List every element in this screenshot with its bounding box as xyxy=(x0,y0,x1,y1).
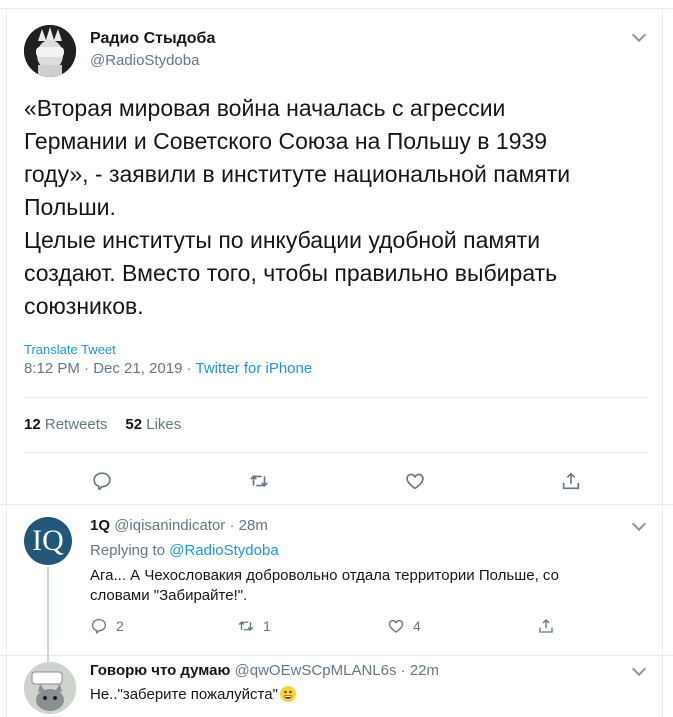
reply-time[interactable]: · 28m xyxy=(225,517,267,534)
tweet-stats: 12 Retweets 52 Likes xyxy=(24,416,181,433)
grinning-face-icon xyxy=(279,686,296,702)
reply-author-name[interactable]: Говорю что думаю xyxy=(90,662,230,679)
author-handle[interactable]: @RadioStydoba xyxy=(90,52,199,69)
author-name[interactable]: Радио Стыдоба xyxy=(90,30,215,48)
like-icon[interactable] xyxy=(402,468,428,494)
reply-count: 2 xyxy=(116,618,124,634)
retweets-label: Retweets xyxy=(44,416,108,433)
thread-line xyxy=(47,567,49,663)
author-avatar[interactable] xyxy=(24,25,76,77)
divider xyxy=(24,452,647,453)
like-icon xyxy=(388,619,404,633)
reply-author-handle[interactable]: @iqisanindicator xyxy=(114,517,225,534)
likes-label: Likes xyxy=(146,416,182,433)
share-icon[interactable] xyxy=(558,468,584,494)
reply-time[interactable]: · 22m xyxy=(396,662,439,679)
reply-reply-button[interactable]: 2 xyxy=(90,617,124,635)
reply-text: Ага... А Чехословакия добровольно отдала… xyxy=(90,567,559,604)
reply-retweet-button[interactable]: 1 xyxy=(237,617,271,635)
reply-avatar[interactable]: IQ xyxy=(24,517,72,565)
reply-author-handle[interactable]: @qwOEwSCpMLANL6s xyxy=(235,662,397,679)
reply-author-name[interactable]: 1Q xyxy=(90,517,110,534)
reply-like-button[interactable]: 4 xyxy=(387,617,421,635)
reply-header: Говорю что думаю @qwOEwSCpMLANL6s · 22m xyxy=(90,662,439,679)
replying-to: Replying to @RadioStydoba xyxy=(90,542,279,559)
like-count: 4 xyxy=(413,618,421,634)
translate-tweet-link[interactable]: Translate Tweet xyxy=(24,342,116,357)
reply-text-line: Не.."заберите пожалуйста" xyxy=(90,686,296,703)
share-icon xyxy=(539,619,553,633)
avatar-statue-image xyxy=(24,25,76,77)
retweets-count: 12 xyxy=(24,416,41,433)
reply-share-button[interactable] xyxy=(537,617,555,635)
replying-to-mention[interactable]: @RadioStydoba xyxy=(169,542,278,559)
tweet-text: «Вторая мировая война началась с агресси… xyxy=(24,95,571,319)
avatar-cat-image xyxy=(24,662,76,714)
avatar-logo-text: IQ xyxy=(32,524,64,557)
tweet-meta: 8:12 PM · Dec 21, 2019 · Twitter for iPh… xyxy=(24,360,312,377)
reply-icon[interactable] xyxy=(89,468,115,494)
tweet-timestamp[interactable]: 8:12 PM · Dec 21, 2019 · xyxy=(24,360,195,377)
reply-tweet[interactable]: IQ 1Q @iqisanindicator · 28m Replying to… xyxy=(0,505,673,663)
likes-count: 52 xyxy=(125,416,143,433)
reply-header: 1Q @iqisanindicator · 28m xyxy=(90,517,268,534)
replying-to-label: Replying to xyxy=(90,542,170,559)
reply-text: Не.."заберите пожалуйста" xyxy=(90,686,278,703)
retweet-count: 1 xyxy=(263,618,271,634)
tweet-source-link[interactable]: Twitter for iPhone xyxy=(195,360,312,377)
chevron-down-icon[interactable] xyxy=(631,661,647,677)
chevron-down-icon[interactable] xyxy=(631,27,647,43)
chevron-down-icon[interactable] xyxy=(631,516,647,532)
retweet-icon[interactable] xyxy=(246,468,272,494)
reply-tweet[interactable]: Говорю что думаю @qwOEwSCpMLANL6s · 22m … xyxy=(0,656,673,717)
divider xyxy=(24,397,647,398)
likes-stat[interactable]: 52 Likes xyxy=(125,416,181,433)
retweet-icon xyxy=(238,621,254,631)
main-tweet: Радио Стыдоба @RadioStydoba «Вторая миро… xyxy=(0,8,673,505)
reply-avatar[interactable] xyxy=(24,662,76,714)
reply-icon xyxy=(91,618,107,634)
retweets-stat[interactable]: 12 Retweets xyxy=(24,416,107,433)
